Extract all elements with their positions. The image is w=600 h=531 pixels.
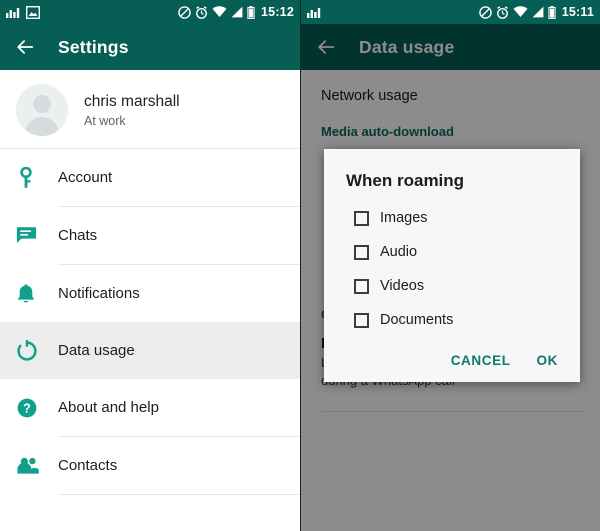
divider [58, 494, 300, 495]
dialog-actions: CANCEL OK [324, 337, 580, 382]
status-bar-right: 15:11 [301, 0, 600, 24]
sidebar-item-account[interactable]: Account [0, 149, 300, 206]
page-title: Settings [58, 36, 129, 57]
sidebar-item-data-usage[interactable]: Data usage [0, 322, 300, 379]
status-bar-right-icons: 15:11 [478, 5, 594, 19]
status-bar-clock: 15:12 [261, 5, 294, 19]
default-avatar-icon [16, 84, 68, 136]
data-usage-panel: 15:11 Data usage Network usage Media aut… [300, 0, 600, 531]
checkbox-documents[interactable] [354, 312, 369, 328]
equalizer-icon [307, 8, 321, 18]
dual-screenshot-container: 15:12 Settings chris marshall At work Ac… [0, 0, 600, 531]
battery-icon [247, 5, 255, 19]
status-bar-left-icons [307, 6, 321, 18]
data-usage-content-wrapper: Network usage Media auto-download Call s… [301, 70, 600, 531]
bell-icon [16, 283, 58, 305]
checkbox-audio[interactable] [354, 244, 369, 260]
settings-toolbar: Settings [0, 24, 300, 70]
dialog-option-label: Images [380, 210, 428, 226]
sidebar-item-label: Account [58, 169, 113, 186]
toolbar-scrim [301, 24, 600, 70]
profile-text: chris marshall At work [84, 92, 180, 129]
data-usage-toolbar: Data usage [301, 24, 600, 70]
sidebar-item-notifications[interactable]: Notifications [0, 265, 300, 322]
status-bar-right-icons: 15:12 [178, 5, 294, 19]
alarm-icon [196, 5, 207, 19]
checkbox-videos[interactable] [354, 278, 369, 294]
profile-status: At work [84, 114, 126, 129]
sidebar-item-label: Notifications [58, 285, 140, 302]
sidebar-item-chats[interactable]: Chats [0, 207, 300, 264]
status-bar-left: 15:12 [0, 0, 300, 24]
help-circle-icon: ? [16, 397, 58, 419]
when-roaming-dialog: When roaming Images Audio Videos Documen… [324, 149, 580, 382]
dialog-option-images[interactable]: Images [324, 201, 580, 235]
settings-panel: 15:12 Settings chris marshall At work Ac… [0, 0, 300, 531]
sidebar-item-label: About and help [58, 399, 159, 416]
svg-text:?: ? [23, 401, 31, 415]
wifi-icon [513, 6, 528, 17]
sidebar-item-label: Chats [58, 227, 98, 244]
status-bar-left-icons [6, 5, 40, 19]
sidebar-item-about-and-help[interactable]: ? About and help [0, 379, 300, 436]
mute-icon [478, 5, 492, 19]
profile-name: chris marshall [84, 92, 180, 110]
data-usage-icon [16, 339, 58, 362]
dialog-option-label: Documents [380, 312, 454, 328]
sidebar-item-label: Contacts [58, 457, 118, 474]
ok-button[interactable]: OK [537, 353, 558, 368]
signal-icon [231, 6, 243, 18]
dialog-option-label: Videos [380, 278, 425, 294]
contacts-icon [16, 457, 58, 475]
sidebar-item-label: Data usage [58, 342, 135, 359]
key-icon [16, 166, 58, 189]
photo-icon [26, 5, 40, 19]
profile-row[interactable]: chris marshall At work [0, 70, 300, 148]
back-arrow-icon[interactable] [14, 36, 36, 58]
alarm-icon [496, 5, 508, 19]
wifi-icon [212, 6, 227, 17]
dialog-title: When roaming [346, 171, 465, 190]
checkbox-images[interactable] [354, 210, 369, 226]
chat-icon [16, 226, 58, 245]
mute-icon [178, 5, 191, 19]
cancel-button[interactable]: CANCEL [451, 353, 511, 368]
signal-icon [532, 6, 544, 18]
equalizer-icon [6, 8, 20, 18]
dialog-option-audio[interactable]: Audio [324, 235, 580, 269]
dialog-option-label: Audio [380, 244, 418, 260]
dialog-option-videos[interactable]: Videos [324, 269, 580, 303]
dialog-option-documents[interactable]: Documents [324, 303, 580, 337]
battery-icon [548, 5, 556, 19]
sidebar-item-contacts[interactable]: Contacts [0, 437, 300, 494]
status-bar-clock: 15:11 [561, 5, 594, 19]
